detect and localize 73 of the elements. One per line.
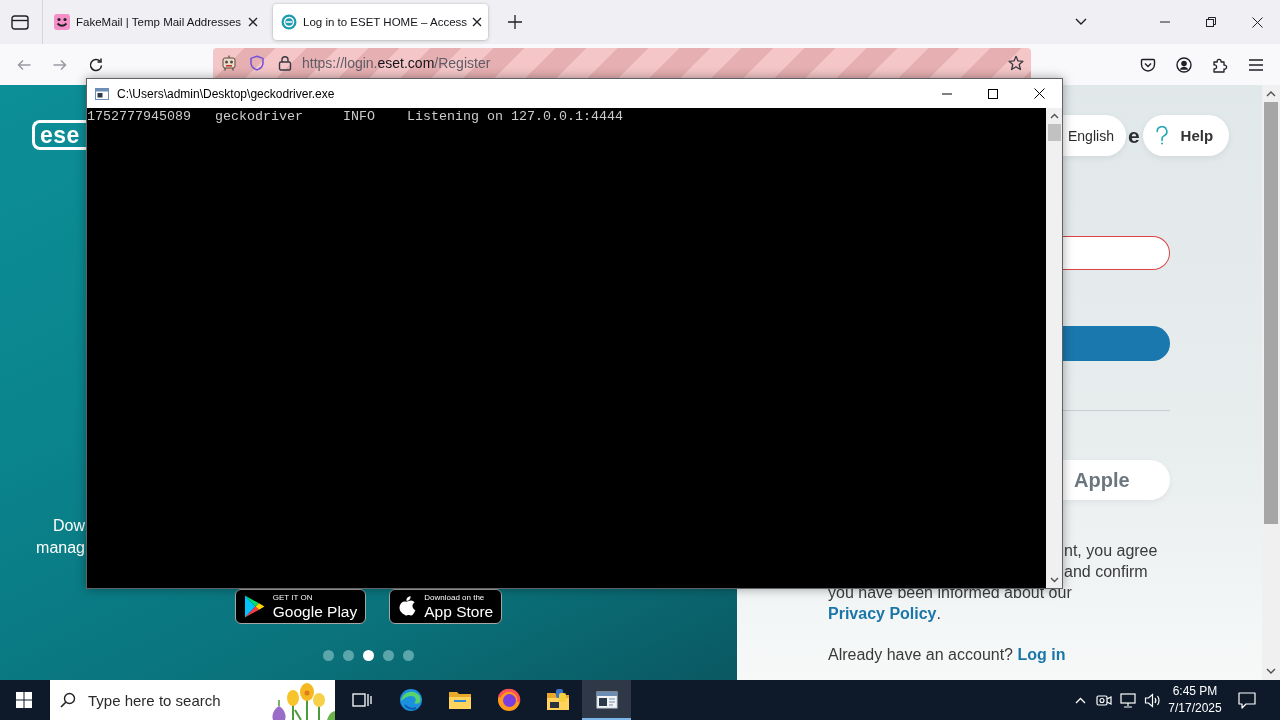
store-badge[interactable]: GET IT ON Google Play (234, 589, 367, 624)
heading-text: e (1127, 123, 1140, 148)
primary-button[interactable] (1063, 326, 1170, 361)
url-text[interactable]: https://login.eset.com/Register (302, 55, 491, 71)
carousel-dot[interactable] (403, 650, 414, 661)
speaker-icon[interactable] (1143, 692, 1161, 708)
scrollbar-thumb[interactable] (1264, 102, 1278, 524)
reload-icon[interactable] (88, 56, 104, 73)
language-button[interactable]: English (1063, 115, 1126, 156)
puzzle-piece-icon[interactable] (1212, 56, 1228, 73)
address-bar[interactable]: https://login.eset.com/Register (213, 48, 1031, 78)
privacy-policy-link[interactable]: Privacy Policy (828, 605, 937, 622)
carousel-dot[interactable] (383, 650, 394, 661)
search-field[interactable]: Type here to search (50, 680, 335, 720)
taskbar-button[interactable] (582, 680, 631, 720)
network-icon[interactable] (1120, 692, 1136, 708)
consent-text: and confirm (1064, 562, 1148, 582)
robot-icon (221, 55, 237, 71)
help-icon (1155, 126, 1168, 145)
smiley-icon (54, 14, 70, 30)
pocket-icon[interactable] (1140, 56, 1156, 73)
terminal-window-icon (595, 691, 618, 709)
input-field[interactable] (1063, 236, 1170, 270)
search-icon (60, 692, 76, 708)
start-icon[interactable] (16, 692, 32, 708)
circle-logo-icon (281, 14, 297, 30)
script-folder-icon (545, 688, 570, 712)
clock-time: 6:45 PM (1172, 683, 1218, 700)
close-icon[interactable] (1033, 88, 1045, 99)
store-badge[interactable]: Download on the App Store (389, 589, 503, 624)
tab-overview-icon[interactable] (11, 14, 29, 30)
help-button[interactable]: Help (1142, 115, 1230, 156)
maximize-icon[interactable] (988, 88, 998, 99)
scrollbar-thumb[interactable] (1047, 124, 1061, 141)
lock-icon[interactable] (278, 55, 292, 71)
plus-icon[interactable] (508, 15, 522, 29)
close-icon[interactable] (248, 17, 258, 27)
scrollbar[interactable] (1046, 108, 1062, 588)
notification-icon[interactable] (1238, 691, 1256, 709)
close-icon[interactable] (472, 17, 482, 27)
menu-icon[interactable] (1248, 57, 1264, 72)
carousel-dot[interactable] (323, 650, 334, 661)
console-output-text: 1752777945089 geckodriver INFO Listening on 127.0.0.1:4444 (87, 109, 623, 125)
star-icon[interactable] (1008, 55, 1024, 71)
camera-icon[interactable] (1096, 693, 1112, 707)
task-view-icon (351, 692, 372, 708)
browser-tab[interactable]: Log in to ESET HOME – Access (273, 4, 488, 40)
log-in-link[interactable]: Log in (1017, 646, 1066, 663)
console-window[interactable]: C:\Users\admin\Desktop\geckodriver.exe 1752777945089 geckodriver INFO Listening on 127.0.0.1:4444 (86, 78, 1063, 589)
scrollbar[interactable] (1262, 85, 1280, 680)
consent-text: nt, you agree (1064, 541, 1158, 561)
clock-date: 7/17/2025 (1168, 700, 1222, 717)
close-icon[interactable] (1251, 16, 1263, 28)
carousel-dot[interactable] (343, 650, 354, 661)
window-title: C:\Users\admin\Desktop\geckodriver.exe (117, 86, 335, 101)
chevron-up-icon[interactable] (1074, 696, 1086, 704)
shield-icon[interactable] (249, 55, 265, 71)
promo-text: manag (36, 538, 85, 558)
account-icon[interactable] (1176, 56, 1192, 73)
promo-text: Dow (53, 516, 85, 536)
chevron-down-icon[interactable] (1075, 18, 1087, 26)
login-prompt-text: Already have an account? Log in (828, 645, 1066, 665)
carousel-dot[interactable] (363, 650, 374, 661)
swirl-icon (398, 688, 423, 712)
minimize-icon[interactable] (942, 92, 952, 95)
browser-icon (496, 688, 521, 712)
browser-tab[interactable]: FakeMail | Temp Mail Addresses (46, 4, 270, 40)
play-triangle-icon (243, 595, 265, 618)
restore-icon[interactable] (1206, 17, 1216, 27)
apple-sign-in-button[interactable]: Apple (1063, 460, 1170, 500)
apple-icon (398, 596, 417, 617)
folder-icon (447, 690, 472, 710)
console-icon (95, 87, 109, 100)
